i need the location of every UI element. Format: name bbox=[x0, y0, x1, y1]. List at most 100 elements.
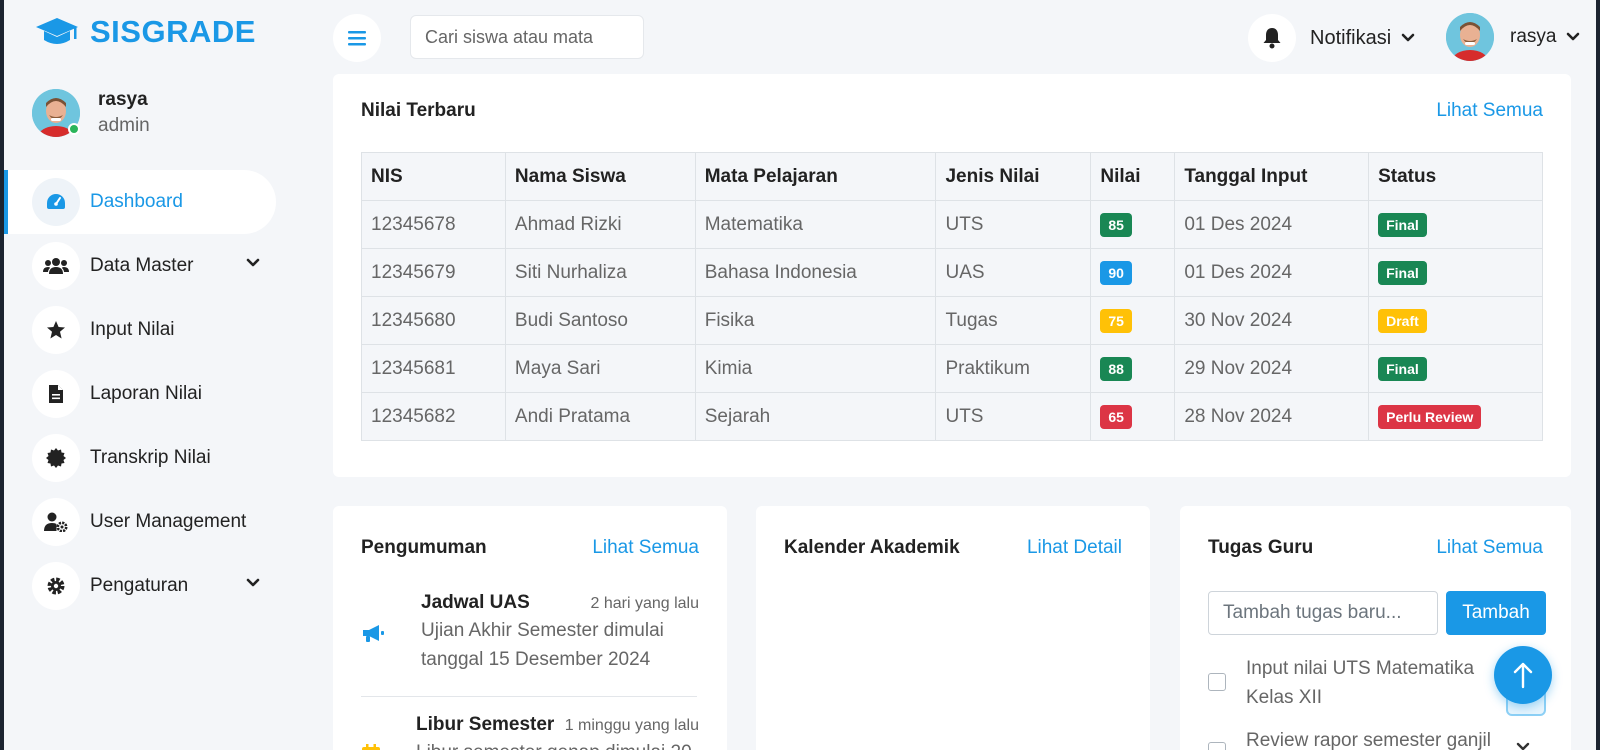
grades-table: NIS Nama Siswa Mata Pelajaran Jenis Nila… bbox=[361, 152, 1543, 441]
certificate-icon bbox=[46, 448, 66, 468]
avatar-image bbox=[1446, 13, 1494, 61]
score-badge: 85 bbox=[1100, 212, 1132, 237]
divider bbox=[361, 696, 697, 697]
sidebar-user-role: admin bbox=[98, 115, 150, 136]
new-task-input[interactable] bbox=[1208, 591, 1438, 635]
sidebar-item-user-management[interactable]: User Management bbox=[4, 490, 304, 554]
status-badge: Draft bbox=[1378, 308, 1427, 333]
sidebar-item-dashboard[interactable]: Dashboard bbox=[4, 170, 276, 234]
score-badge: 88 bbox=[1100, 356, 1132, 381]
chevron-down-icon bbox=[1401, 33, 1415, 42]
grade-type-cell: Praktikum bbox=[935, 344, 1092, 393]
announcements-title: Pengumuman bbox=[361, 537, 487, 558]
status-badge: Perlu Review bbox=[1378, 404, 1482, 429]
user-menu-dropdown[interactable]: rasya bbox=[1446, 13, 1580, 61]
sidebar-item-transkrip-nilai[interactable]: Transkrip Nilai bbox=[4, 426, 304, 490]
input-date-cell: 29 Nov 2024 bbox=[1174, 344, 1370, 393]
notifications-dropdown[interactable]: Notifikasi bbox=[1248, 14, 1415, 62]
avatar bbox=[32, 89, 80, 137]
column-header[interactable]: Jenis Nilai bbox=[935, 152, 1092, 201]
sidebar-item-label: Laporan Nilai bbox=[90, 383, 202, 404]
chevron-down-icon[interactable] bbox=[1516, 742, 1530, 750]
task-text: Input nilai UTS Matematika Kelas XII bbox=[1246, 658, 1475, 708]
column-header[interactable]: Nama Siswa bbox=[504, 152, 696, 201]
notifications-label: Notifikasi bbox=[1310, 26, 1392, 49]
sidebar-item-label: Input Nilai bbox=[90, 319, 175, 340]
sidebar-toggle-button[interactable] bbox=[333, 14, 381, 62]
status-badge: Final bbox=[1378, 212, 1427, 237]
status-badge: Final bbox=[1378, 356, 1427, 381]
table-row[interactable]: 12345679 Siti Nurhaliza Bahasa Indonesia… bbox=[361, 248, 1543, 297]
sidebar-item-pengaturan[interactable]: Pengaturan bbox=[4, 554, 304, 618]
announcements-view-all-link[interactable]: Lihat Semua bbox=[592, 537, 699, 559]
avatar bbox=[1446, 13, 1494, 61]
sidebar-item-label: Transkrip Nilai bbox=[90, 447, 211, 468]
column-header[interactable]: Nilai bbox=[1090, 152, 1176, 201]
grade-type-cell: Tugas bbox=[935, 296, 1092, 345]
nis-cell: 12345682 bbox=[361, 392, 506, 441]
megaphone-icon bbox=[363, 625, 384, 642]
announcement-title: Jadwal UAS bbox=[421, 592, 530, 613]
app-logo[interactable]: SISGRADE bbox=[34, 14, 256, 50]
score-badge: 90 bbox=[1100, 260, 1132, 285]
scroll-to-top-button[interactable] bbox=[1494, 646, 1552, 704]
announcement-body: Ujian Akhir Semester dimulai tanggal 15 … bbox=[421, 620, 664, 670]
column-header[interactable]: Status bbox=[1368, 152, 1543, 201]
grade-type-cell: UTS bbox=[935, 392, 1092, 441]
sidebar-item-input-nilai[interactable]: Input Nilai bbox=[4, 298, 304, 362]
table-row[interactable]: 12345680 Budi Santoso Fisika Tugas 75 30… bbox=[361, 296, 1543, 345]
bell-icon bbox=[1263, 28, 1281, 49]
user-cog-icon bbox=[44, 512, 68, 532]
sidebar-item-laporan-nilai[interactable]: Laporan Nilai bbox=[4, 362, 304, 426]
table-row[interactable]: 12345681 Maya Sari Kimia Praktikum 88 29… bbox=[361, 344, 1543, 393]
column-header[interactable]: NIS bbox=[361, 152, 506, 201]
sidebar-user-name: rasya bbox=[98, 89, 148, 110]
score-badge: 65 bbox=[1100, 404, 1132, 429]
add-task-button[interactable]: Tambah bbox=[1446, 591, 1546, 635]
chevron-down-icon bbox=[246, 258, 260, 267]
window-edge-right bbox=[1596, 0, 1600, 750]
arrow-up-icon bbox=[1513, 662, 1533, 689]
gear-icon bbox=[47, 577, 65, 595]
star-icon bbox=[47, 321, 65, 339]
graduation-cap-icon bbox=[36, 18, 78, 44]
online-status-dot bbox=[68, 123, 80, 135]
nis-cell: 12345680 bbox=[361, 296, 506, 345]
column-header[interactable]: Mata Pelajaran bbox=[694, 152, 937, 201]
user-menu-name: rasya bbox=[1510, 26, 1557, 47]
recent-grades-card: Nilai Terbaru Lihat Semua NIS Nama Siswa… bbox=[333, 74, 1571, 477]
student-name-cell: Andi Pratama bbox=[504, 392, 696, 441]
tasks-title: Tugas Guru bbox=[1208, 537, 1314, 558]
sidebar-item-label: Pengaturan bbox=[90, 575, 189, 596]
sidebar-item-label: User Management bbox=[90, 511, 247, 532]
teacher-tasks-card: Tugas Guru Lihat Semua Tambah Input nila… bbox=[1180, 506, 1571, 750]
sidebar-item-data-master[interactable]: Data Master bbox=[4, 234, 304, 298]
announcement-body: Libur semester genap dimulai 20 bbox=[416, 738, 692, 750]
calendar-icon bbox=[362, 744, 380, 750]
grade-type-cell: UTS bbox=[935, 200, 1092, 249]
notifications-button[interactable] bbox=[1248, 14, 1296, 62]
task-checkbox[interactable] bbox=[1208, 742, 1226, 750]
table-row[interactable]: 12345682 Andi Pratama Sejarah UTS 65 28 … bbox=[361, 392, 1543, 441]
calendar-view-detail-link[interactable]: Lihat Detail bbox=[1027, 537, 1122, 559]
chevron-down-icon bbox=[246, 578, 260, 587]
task-text: Review rapor semester ganjil bbox=[1246, 730, 1491, 750]
dashboard-gauge-icon bbox=[47, 194, 65, 209]
top-header: SISGRADE Notifikasi bbox=[4, 0, 1596, 74]
search-input[interactable] bbox=[410, 15, 644, 59]
table-header-row: NIS Nama Siswa Mata Pelajaran Jenis Nila… bbox=[361, 152, 1543, 201]
recent-grades-view-all-link[interactable]: Lihat Semua bbox=[1436, 100, 1543, 122]
chevron-down-icon bbox=[1567, 32, 1580, 41]
tasks-view-all-link[interactable]: Lihat Semua bbox=[1436, 537, 1543, 559]
student-name-cell: Budi Santoso bbox=[504, 296, 696, 345]
document-icon bbox=[49, 385, 63, 403]
input-date-cell: 01 Des 2024 bbox=[1174, 248, 1370, 297]
subject-cell: Sejarah bbox=[694, 392, 937, 441]
column-header[interactable]: Tanggal Input bbox=[1174, 152, 1370, 201]
table-row[interactable]: 12345678 Ahmad Rizki Matematika UTS 85 0… bbox=[361, 200, 1543, 249]
task-checkbox[interactable] bbox=[1208, 673, 1226, 691]
status-badge: Final bbox=[1378, 260, 1427, 285]
announcement-title: Libur Semester bbox=[416, 714, 555, 735]
input-date-cell: 01 Des 2024 bbox=[1174, 200, 1370, 249]
grade-type-cell: UAS bbox=[935, 248, 1092, 297]
